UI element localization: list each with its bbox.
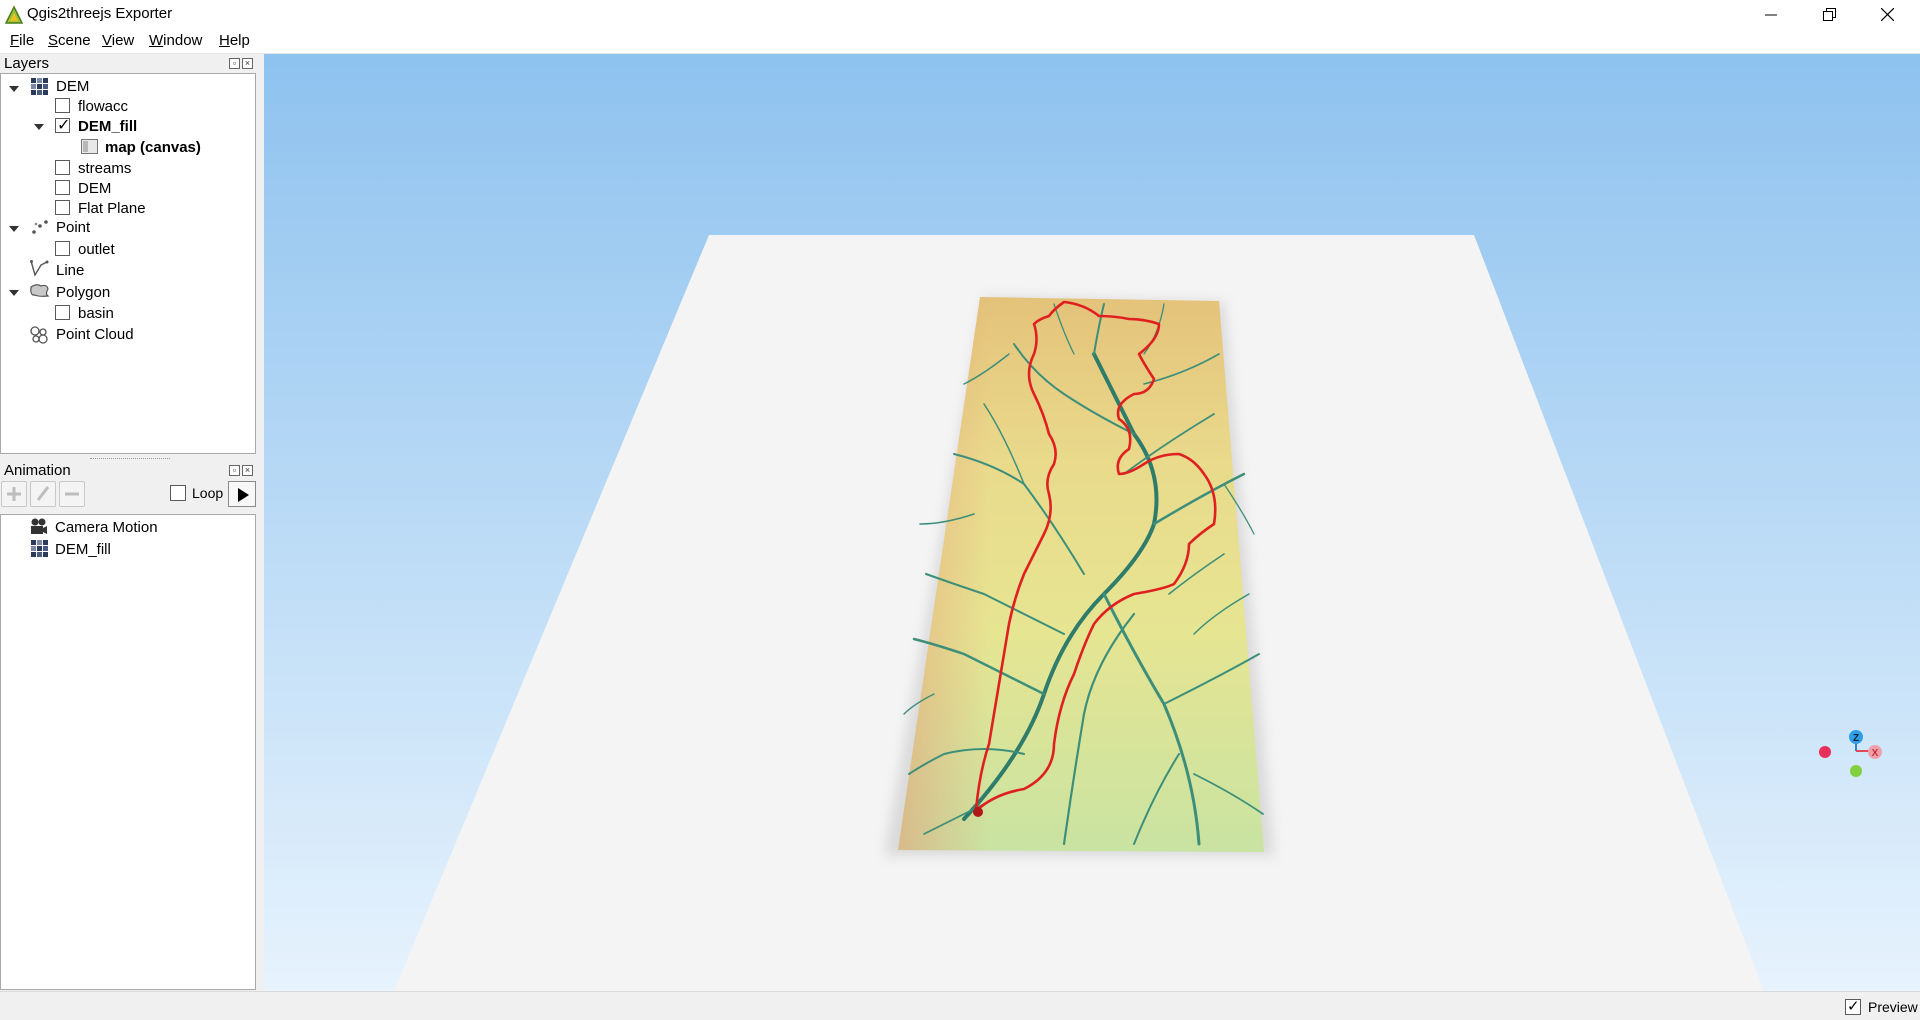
3d-viewport[interactable]: Z X (264, 54, 1920, 991)
add-keyframe-button[interactable] (1, 481, 27, 507)
close-button[interactable] (1858, 0, 1916, 29)
menu-bar: File Scene View Window Help (0, 29, 1920, 54)
pencil-icon (36, 486, 50, 501)
point-cloud-icon (30, 326, 48, 344)
layer-item-streams[interactable]: streams (78, 158, 131, 178)
expand-caret[interactable] (9, 290, 19, 296)
close-panel-button[interactable]: × (242, 465, 253, 476)
expand-caret[interactable] (34, 124, 44, 130)
status-bar: Preview (0, 991, 1920, 1020)
map-layer-icon (81, 139, 98, 154)
animation-tree: Camera Motion DEM_fill (0, 514, 256, 990)
polygon-icon (30, 284, 50, 297)
float-panel-button[interactable]: ▫ (229, 58, 240, 69)
close-panel-button[interactable]: × (242, 58, 253, 69)
dem-icon (31, 78, 48, 95)
expand-caret[interactable] (9, 226, 19, 232)
layers-dock-buttons: ▫ × (229, 58, 255, 70)
layer-group-dem[interactable]: DEM (56, 76, 89, 96)
preview-checkbox[interactable] (1845, 997, 1861, 1015)
loop-label: Loop (192, 485, 224, 501)
layer-item-dem-fill[interactable]: DEM_fill (78, 116, 137, 136)
animation-panel-title: Animation (4, 462, 71, 479)
animation-item-camera-motion[interactable]: Camera Motion (55, 517, 158, 537)
layer-group-point-cloud[interactable]: Point Cloud (56, 324, 134, 344)
menu-file[interactable]: File (10, 32, 34, 49)
minus-icon (65, 492, 79, 496)
preview-label: Preview (1868, 999, 1918, 1015)
camera-icon (31, 518, 47, 534)
neg-x-axis-dot (1819, 746, 1831, 758)
menu-view[interactable]: View (102, 32, 134, 49)
dem-icon (31, 540, 48, 557)
layer-group-line[interactable]: Line (56, 260, 84, 280)
line-icon (30, 260, 49, 277)
layer-item-dem[interactable]: DEM (78, 178, 111, 198)
close-icon (1880, 8, 1894, 21)
layer-item-map-canvas[interactable]: map (canvas) (105, 137, 201, 157)
play-button[interactable] (228, 481, 256, 507)
layer-item-outlet[interactable]: outlet (78, 239, 115, 259)
layer-checkbox-outlet[interactable] (55, 241, 70, 256)
layer-checkbox-dem-fill[interactable] (55, 115, 70, 134)
menu-help[interactable]: Help (219, 32, 250, 49)
menu-window[interactable]: Window (149, 32, 202, 49)
layer-checkbox-dem[interactable] (55, 180, 70, 195)
layer-checkbox-flat-plane[interactable] (55, 200, 70, 215)
edit-keyframe-button[interactable] (30, 481, 56, 507)
restore-icon (1822, 8, 1836, 21)
window-title: Qgis2threejs Exporter (27, 5, 173, 22)
layers-panel-title: Layers (4, 55, 50, 72)
layer-checkbox-streams[interactable] (55, 160, 70, 175)
title-bar: Qgis2threejs Exporter (0, 0, 1920, 29)
scene-canvas[interactable]: Z X (264, 54, 1920, 991)
layer-item-basin[interactable]: basin (78, 303, 114, 323)
x-axis-label: X (1872, 748, 1879, 759)
animation-dock-buttons: ▫ × (229, 465, 255, 477)
menu-scene[interactable]: Scene (48, 32, 91, 49)
loop-checkbox[interactable] (170, 485, 186, 501)
minimize-button[interactable] (1742, 0, 1800, 29)
minimize-icon (1765, 14, 1777, 15)
layer-item-flowacc[interactable]: flowacc (78, 96, 128, 116)
qgis2threejs-icon (4, 5, 24, 24)
z-axis-label: Z (1853, 733, 1859, 744)
animation-item-dem-fill[interactable]: DEM_fill (55, 539, 111, 559)
y-axis-dot (1850, 765, 1862, 777)
layer-checkbox-basin[interactable] (55, 305, 70, 320)
layer-group-polygon[interactable]: Polygon (56, 282, 110, 302)
plus-icon (7, 487, 21, 501)
layers-tree: DEM flowacc DEM_fill map (canvas) stream… (0, 73, 256, 454)
float-panel-button[interactable]: ▫ (229, 465, 240, 476)
layer-group-point[interactable]: Point (56, 217, 90, 237)
restore-button[interactable] (1800, 0, 1858, 29)
layer-item-flat-plane[interactable]: Flat Plane (78, 198, 146, 218)
panel-splitter[interactable] (90, 458, 170, 459)
outlet-point (973, 807, 983, 817)
expand-caret[interactable] (9, 86, 19, 92)
point-icon (32, 220, 48, 234)
layer-checkbox-flowacc[interactable] (55, 98, 70, 113)
remove-keyframe-button[interactable] (59, 481, 85, 507)
